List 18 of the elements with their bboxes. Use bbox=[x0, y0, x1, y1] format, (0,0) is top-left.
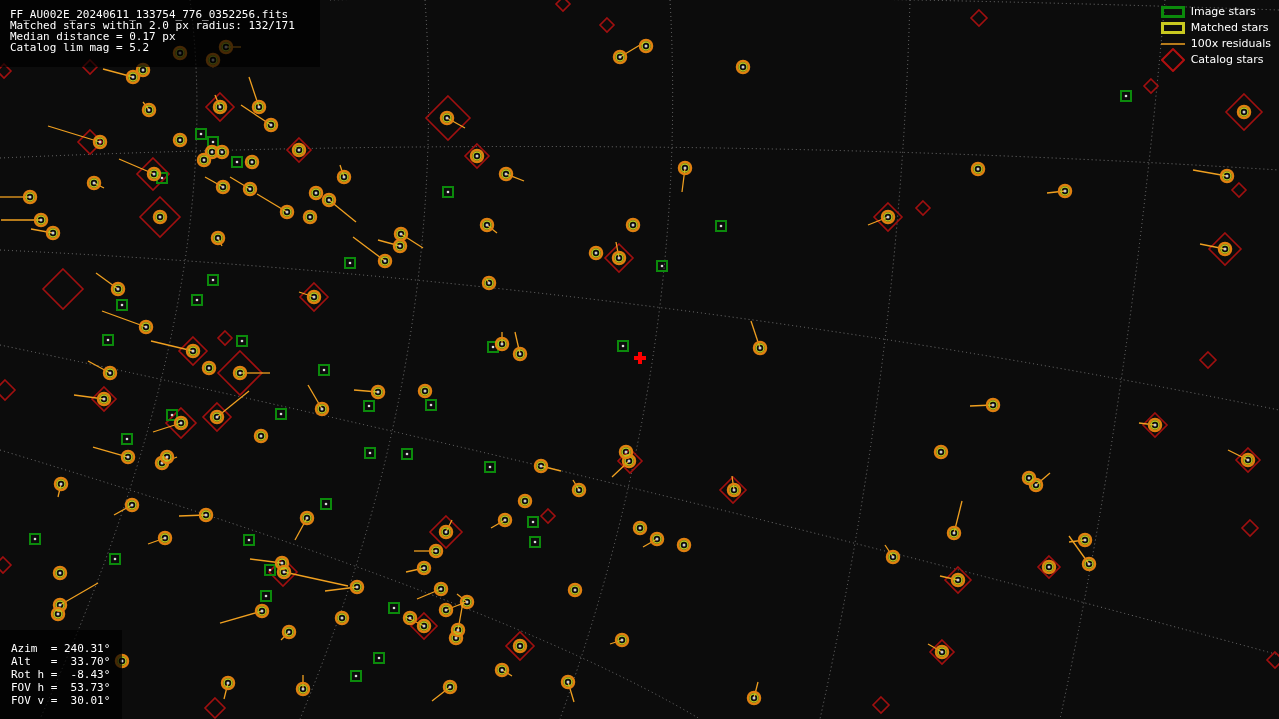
info-text: FF_AU002E_20240611_133754_776_0352256.fits bbox=[10, 9, 290, 20]
diamond-icon bbox=[1160, 48, 1185, 72]
pointing-text: Rot h = -8.43° bbox=[11, 668, 112, 681]
legend-label: Matched stars bbox=[1190, 19, 1269, 36]
legend-label: 100x residuals bbox=[1190, 35, 1271, 52]
info-text: Matched stars within 2.0 px radius: 132/171 bbox=[10, 20, 296, 31]
line-icon bbox=[1160, 43, 1185, 45]
cross-icon bbox=[634, 352, 646, 364]
matched-star-square-icon bbox=[1160, 22, 1185, 34]
legend-label: Image stars bbox=[1190, 3, 1256, 20]
legend-label: Catalog stars bbox=[1190, 51, 1264, 68]
image-star-square-icon bbox=[1160, 6, 1185, 18]
pointing-text: FOV h = 53.73° bbox=[11, 681, 112, 694]
pointing-text: Azim = 240.31° bbox=[11, 642, 112, 655]
info-text: Catalog lim mag = 5.2 bbox=[10, 42, 151, 53]
pointing-text: FOV v = 30.01° bbox=[11, 694, 112, 707]
info-text: Median distance = 0.17 px bbox=[10, 31, 176, 42]
pointing-text: Alt = 33.70° bbox=[11, 655, 112, 668]
